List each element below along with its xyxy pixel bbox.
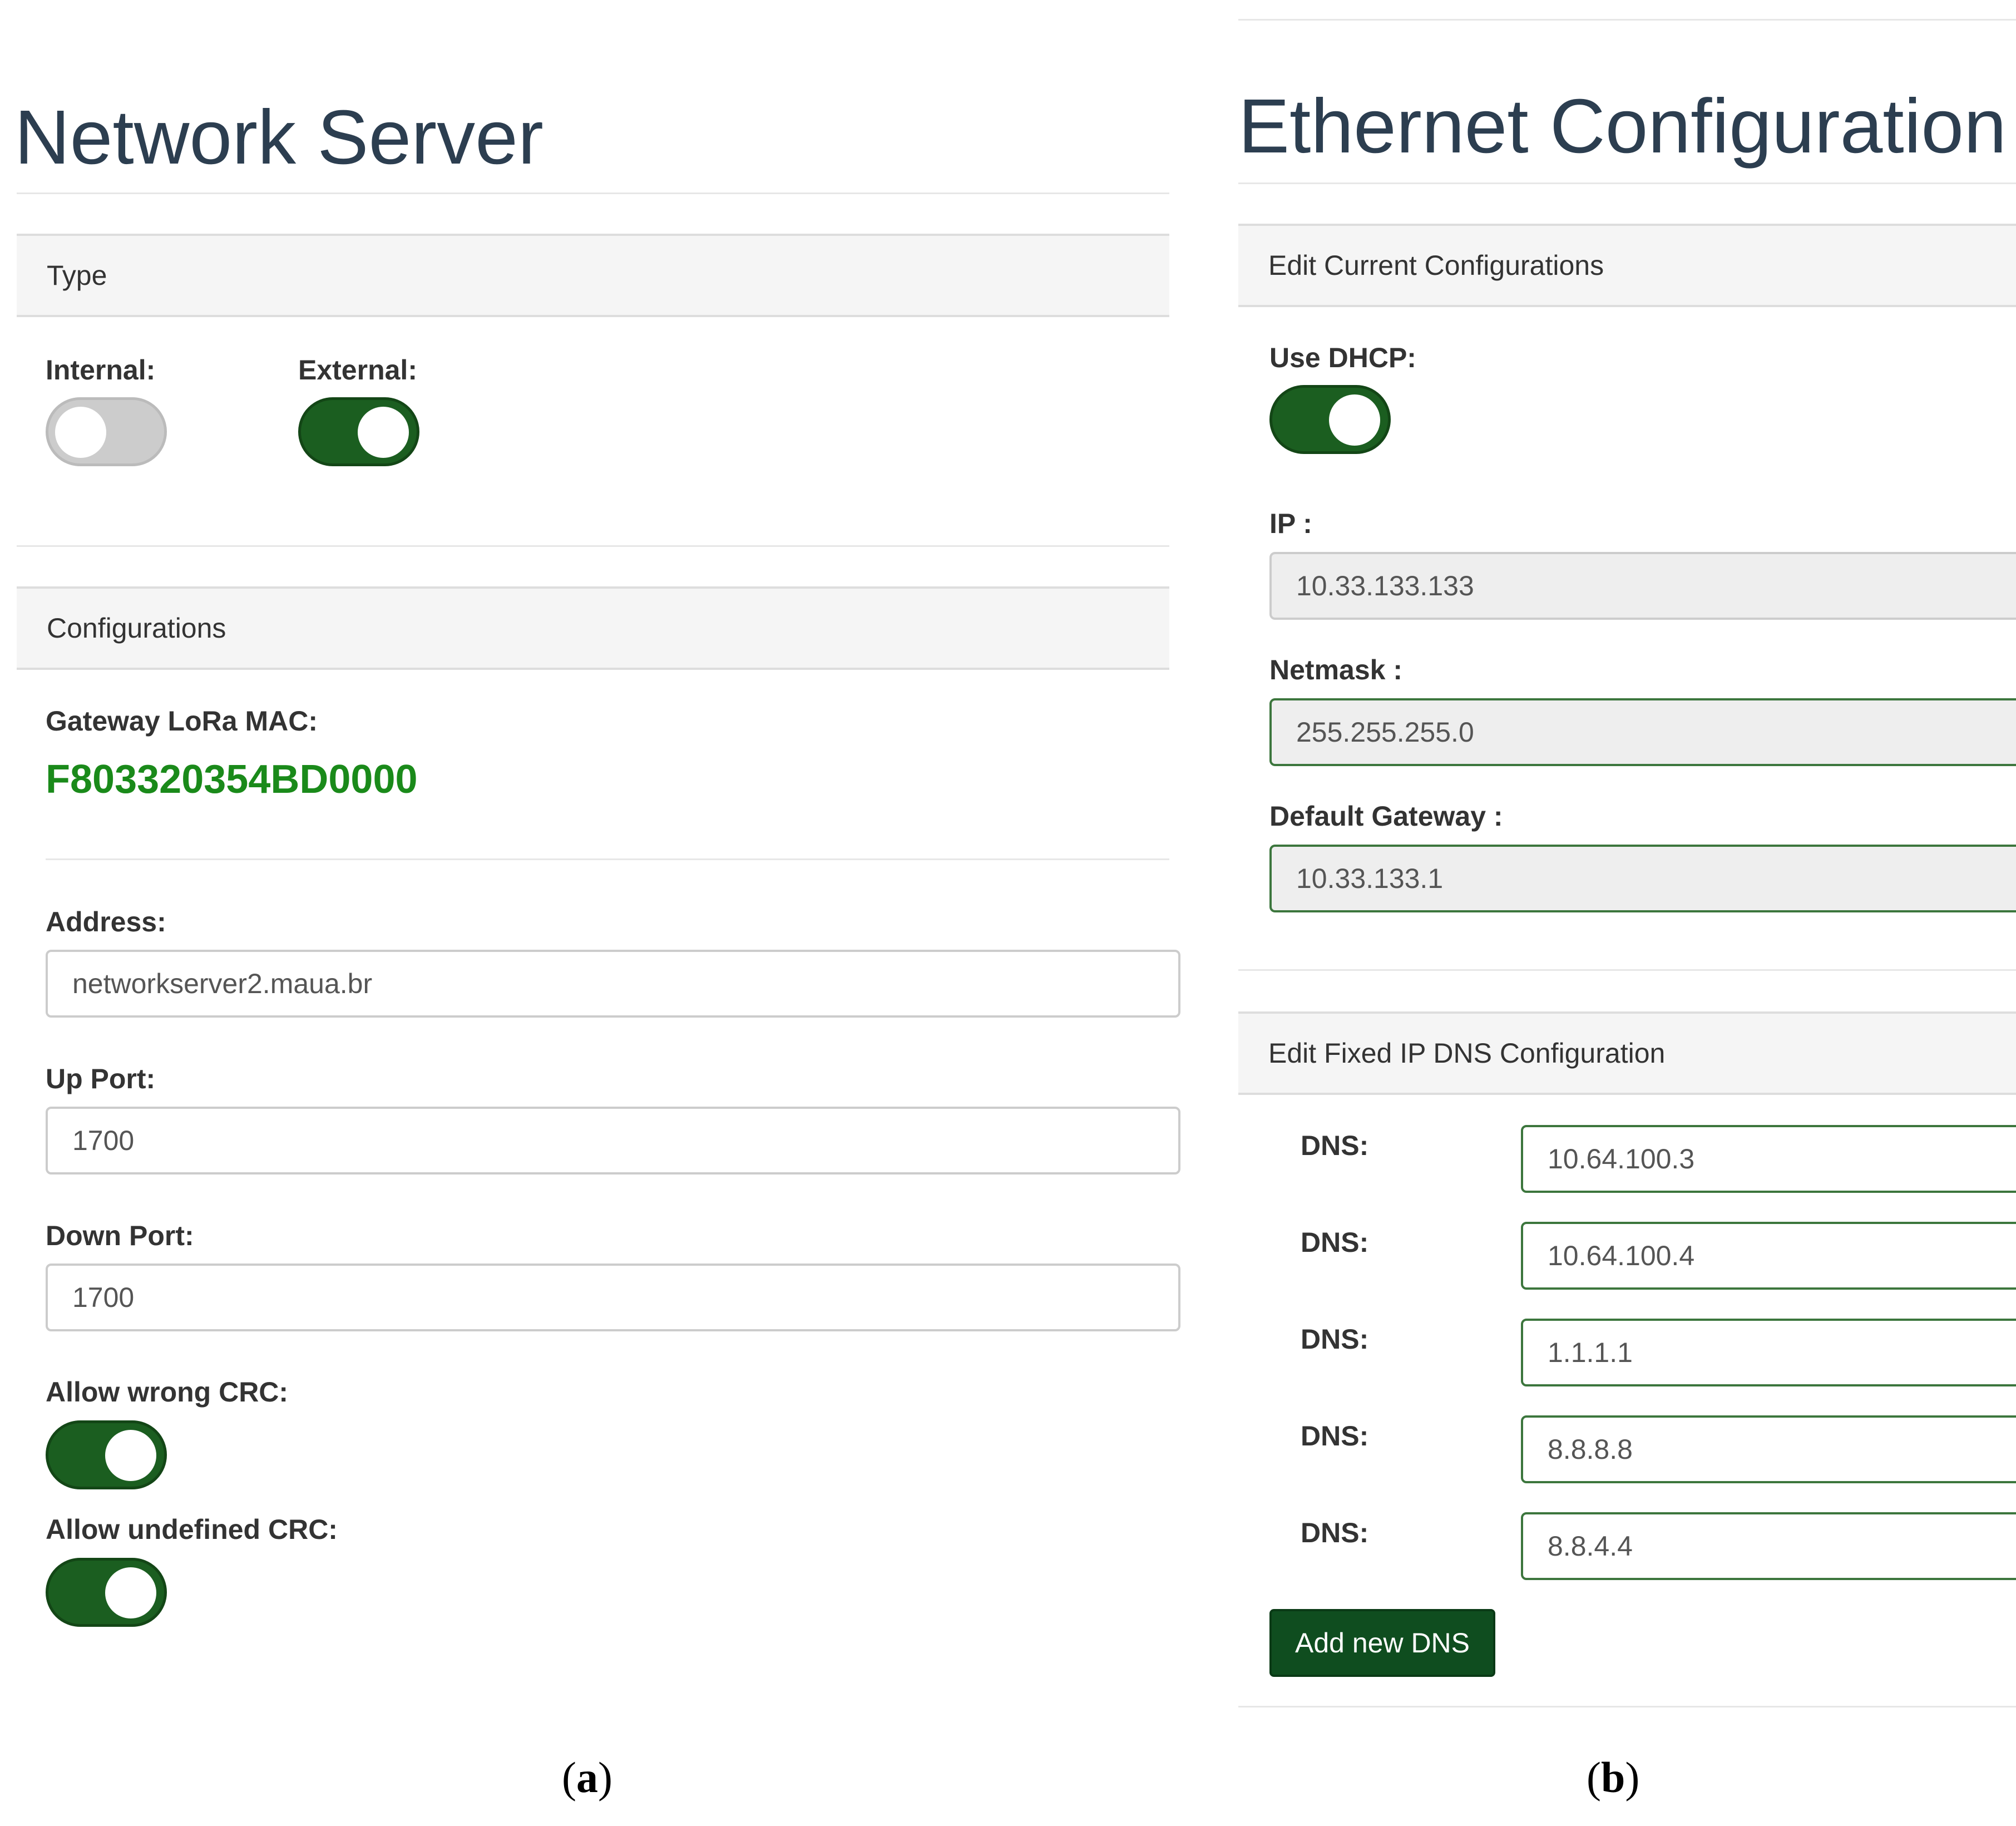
- dns-input[interactable]: 10.64.100.3: [1521, 1125, 2016, 1193]
- add-new-dns-button[interactable]: Add new DNS: [1269, 1609, 1495, 1677]
- toggle-knob: [358, 407, 409, 458]
- gateway-mac-value: F803320354BD0000: [46, 757, 418, 802]
- page-title: Ethernet Configuration: [1238, 83, 2007, 169]
- title-divider: [17, 193, 1169, 194]
- up-port-input[interactable]: 1700: [46, 1107, 1180, 1174]
- ip-input[interactable]: 10.33.133.133: [1269, 552, 2016, 620]
- address-label: Address:: [46, 906, 166, 937]
- dns-input[interactable]: 8.8.4.4: [1521, 1512, 2016, 1580]
- dns-input[interactable]: 10.64.100.4: [1521, 1222, 2016, 1290]
- top-divider: [1238, 19, 2016, 21]
- mac-divider: [46, 858, 1169, 860]
- section-divider: [1238, 969, 2016, 971]
- allow-undefined-crc-toggle[interactable]: [46, 1558, 167, 1627]
- internal-label: Internal:: [46, 354, 156, 386]
- configurations-panel-heading: Configurations: [17, 586, 1169, 670]
- gateway-mac-label: Gateway LoRa MAC:: [46, 705, 318, 737]
- netmask-input[interactable]: 255.255.255.0: [1269, 698, 2016, 766]
- type-panel-heading: Type: [17, 234, 1169, 317]
- address-input[interactable]: networkserver2.maua.br: [46, 950, 1180, 1018]
- page-title: Network Server: [14, 95, 543, 180]
- bottom-divider: [1238, 1706, 2016, 1707]
- dns-input[interactable]: 8.8.8.8: [1521, 1415, 2016, 1483]
- dns-label: DNS:: [1301, 1227, 1369, 1258]
- caption-a: (a): [562, 1753, 612, 1802]
- external-label: External:: [298, 354, 417, 386]
- allow-wrong-crc-toggle[interactable]: [46, 1420, 167, 1489]
- current-config-panel-heading: Edit Current Configurations: [1238, 224, 2016, 307]
- dns-label: DNS:: [1301, 1517, 1369, 1548]
- netmask-label: Netmask :: [1269, 654, 1402, 685]
- allow-wrong-crc-label: Allow wrong CRC:: [46, 1376, 289, 1408]
- ip-label: IP :: [1269, 508, 1312, 539]
- toggle-knob: [1329, 394, 1380, 446]
- section-divider: [17, 545, 1169, 547]
- dns-input[interactable]: 1.1.1.1: [1521, 1319, 2016, 1386]
- external-toggle[interactable]: [298, 397, 419, 466]
- toggle-knob: [55, 407, 106, 458]
- title-divider: [1238, 182, 2016, 184]
- toggle-knob: [105, 1430, 156, 1481]
- dns-label: DNS:: [1301, 1324, 1369, 1355]
- use-dhcp-label: Use DHCP:: [1269, 342, 1416, 373]
- default-gateway-input[interactable]: 10.33.133.1: [1269, 845, 2016, 912]
- internal-toggle[interactable]: [46, 397, 167, 466]
- toggle-knob: [105, 1567, 156, 1618]
- dns-label: DNS:: [1301, 1130, 1369, 1161]
- default-gateway-label: Default Gateway :: [1269, 801, 1503, 832]
- up-port-label: Up Port:: [46, 1063, 156, 1094]
- down-port-input[interactable]: 1700: [46, 1264, 1180, 1331]
- use-dhcp-toggle[interactable]: [1269, 385, 1391, 454]
- caption-b: (b): [1587, 1753, 1640, 1802]
- dns-panel-heading: Edit Fixed IP DNS Configuration: [1238, 1011, 2016, 1095]
- allow-undefined-crc-label: Allow undefined CRC:: [46, 1514, 338, 1545]
- down-port-label: Down Port:: [46, 1220, 194, 1251]
- dns-label: DNS:: [1301, 1420, 1369, 1452]
